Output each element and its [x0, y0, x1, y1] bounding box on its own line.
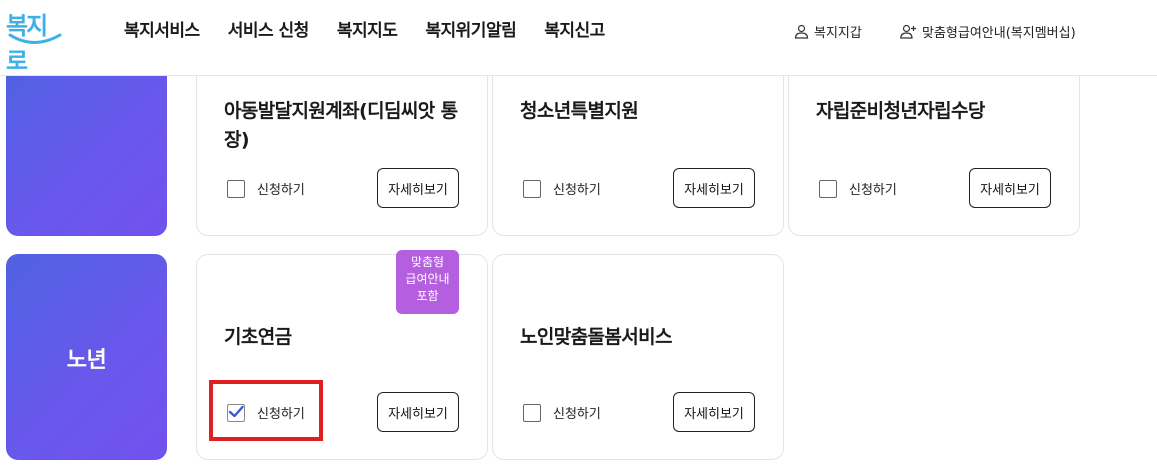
wallet-link[interactable]: 복지지갑	[794, 22, 862, 41]
nav-item[interactable]: 서비스 신청	[228, 16, 310, 41]
card-title: 청소년특별지원	[520, 100, 639, 122]
apply-label: 신청하기	[849, 183, 897, 198]
wallet-label: 복지지갑	[814, 26, 862, 41]
badge-line: 급여안내	[405, 272, 450, 286]
main-nav: 복지서비스 서비스 신청 복지지도 복지위기알림 복지신고	[124, 16, 605, 41]
card-title: 아동발달지원계좌(디딤씨앗 통장)	[224, 100, 458, 151]
membership-link[interactable]: 맞춤형급여안내(복지멤버십)	[900, 22, 1076, 41]
user-icon	[794, 24, 809, 39]
badge-line: 맞춤형	[410, 255, 445, 269]
detail-button[interactable]: 자세히보기	[673, 392, 755, 432]
site-header: 복지로 복지서비스 서비스 신청 복지지도 복지위기알림 복지신고 복지지갑 맞…	[0, 0, 1157, 76]
checkbox-icon[interactable]	[227, 179, 245, 198]
service-card: 노인맞춤돌봄서비스 신청하기 자세히보기	[492, 254, 784, 460]
logo[interactable]: 복지로	[4, 6, 62, 75]
service-card: 아동발달지원계좌(디딤씨앗 통장) 신청하기 자세히보기	[196, 60, 488, 236]
apply-label: 신청하기	[257, 183, 305, 198]
card-title: 노인맞춤돌봄서비스	[520, 326, 673, 348]
apply-checkbox[interactable]: 신청하기	[523, 403, 601, 422]
detail-button[interactable]: 자세히보기	[377, 168, 459, 208]
detail-button[interactable]: 자세히보기	[969, 168, 1051, 208]
category-label-elderly: 노년	[66, 348, 107, 373]
detail-button[interactable]: 자세히보기	[673, 168, 755, 208]
customized-benefit-badge: 맞춤형 급여안내 포함	[396, 250, 459, 314]
category-tile-elderly[interactable]: 노년	[6, 254, 167, 460]
logo-smile-icon	[8, 33, 62, 44]
nav-item[interactable]: 복지서비스	[124, 16, 200, 41]
card-title: 자립준비청년자립수당	[816, 100, 985, 122]
add-user-icon	[900, 24, 916, 39]
nav-item[interactable]: 복지위기알림	[425, 16, 516, 41]
apply-label: 신청하기	[553, 407, 601, 422]
apply-checkbox[interactable]: 신청하기	[523, 179, 601, 198]
checkbox-icon[interactable]	[819, 179, 837, 198]
badge-line: 포함	[416, 289, 439, 303]
apply-checkbox[interactable]: 신청하기	[819, 179, 897, 198]
highlight-box	[209, 380, 323, 441]
card-title: 기초연금	[224, 326, 292, 348]
apply-checkbox[interactable]: 신청하기	[227, 179, 305, 198]
detail-button[interactable]: 자세히보기	[377, 392, 459, 432]
checkbox-icon[interactable]	[523, 179, 541, 198]
apply-label: 신청하기	[553, 183, 601, 198]
membership-label: 맞춤형급여안내(복지멤버십)	[922, 26, 1076, 41]
nav-item[interactable]: 복지신고	[544, 16, 605, 41]
service-card: 청소년특별지원 신청하기 자세히보기	[492, 60, 784, 236]
checkbox-icon[interactable]	[523, 403, 541, 422]
nav-item[interactable]: 복지지도	[337, 16, 398, 41]
service-card: 자립준비청년자립수당 신청하기 자세히보기	[788, 60, 1080, 236]
category-tile-youth[interactable]	[6, 60, 167, 236]
